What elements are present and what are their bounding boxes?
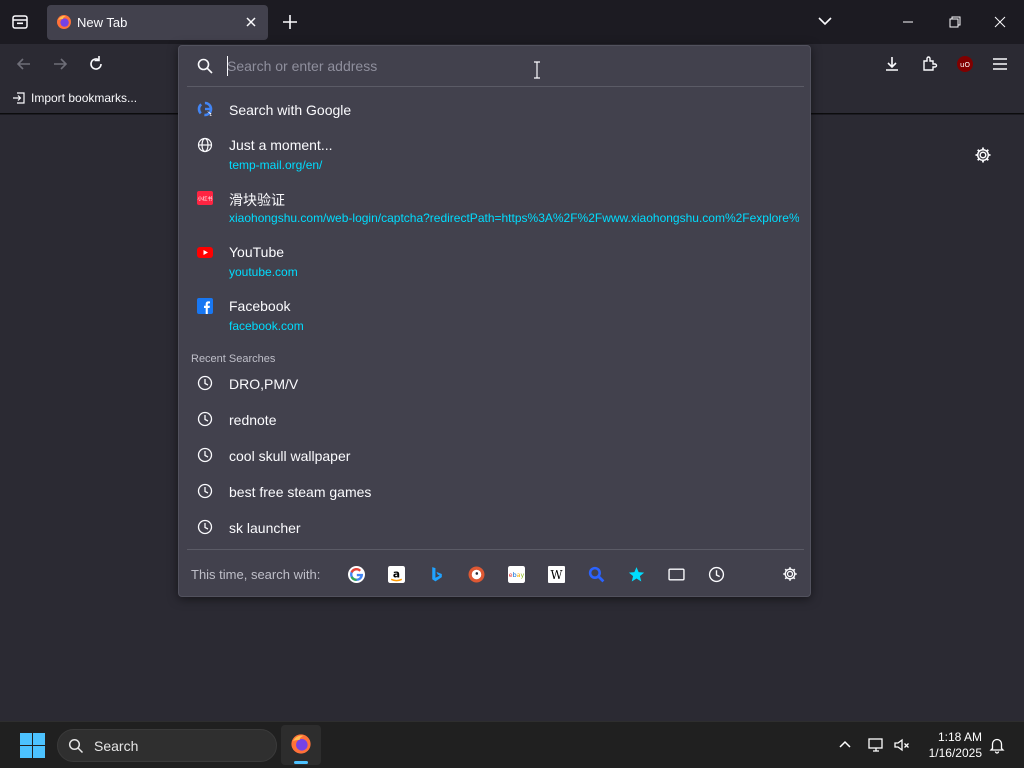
result-title: Just a moment...: [229, 137, 333, 153]
search-icon: [68, 738, 84, 754]
recent-search-label: rednote: [229, 412, 277, 428]
settings-gear-icon[interactable]: [973, 145, 993, 165]
youtube-icon: [197, 247, 213, 258]
result-title: YouTube: [229, 244, 285, 260]
history-clock-icon: [197, 447, 213, 463]
result-url: youtube.com: [229, 265, 298, 279]
taskbar-search-label: Search: [94, 738, 139, 754]
bing-icon[interactable]: [427, 565, 445, 583]
history-clock-icon: [197, 483, 213, 499]
svg-text:uO: uO: [960, 61, 970, 69]
window-close-icon[interactable]: [989, 12, 1011, 32]
recent-search-row[interactable]: rednote: [187, 408, 804, 432]
recent-search-row[interactable]: DRO,PM/V: [187, 372, 804, 396]
svg-text:a: a: [392, 567, 399, 580]
downloads-icon[interactable]: [882, 54, 902, 74]
urlbar-input-row: [179, 46, 810, 86]
back-arrow-icon[interactable]: [14, 54, 34, 74]
import-bookmarks-label: Import bookmarks...: [31, 91, 138, 105]
tab-strip: New Tab: [0, 0, 1024, 44]
recent-search-label: best free steam games: [229, 484, 372, 500]
urlbar-popup: Search with Google Just a moment... temp…: [178, 45, 811, 597]
svg-text:ebay: ebay: [508, 571, 524, 579]
chevron-up-icon[interactable]: [836, 736, 854, 754]
plus-icon[interactable]: [278, 10, 302, 34]
import-icon: [13, 92, 25, 104]
firefox-view-icon[interactable]: [6, 8, 34, 36]
active-app-indicator: [294, 761, 308, 764]
result-row[interactable]: 小红书 滑块验证 xiaohongshu.com/web-login/captc…: [187, 187, 804, 229]
tab-title: New Tab: [77, 15, 128, 30]
google-icon[interactable]: [347, 565, 365, 583]
wikipedia-icon[interactable]: W: [547, 565, 565, 583]
history-clock-icon: [197, 411, 213, 427]
result-row[interactable]: Facebook facebook.com: [187, 295, 804, 337]
recent-search-label: cool skull wallpaper: [229, 448, 351, 464]
chevron-down-icon[interactable]: [815, 11, 835, 31]
windows-start-icon[interactable]: [20, 733, 45, 758]
taskbar-search-box[interactable]: Search: [57, 729, 277, 762]
history-clock-icon[interactable]: [707, 565, 725, 583]
result-url: xiaohongshu.com/web-login/captcha?redire…: [229, 211, 799, 225]
windows-taskbar: Search 1:18 AM 1/16/2025: [0, 721, 1024, 768]
svg-text:小红书: 小红书: [197, 196, 212, 203]
divider: [187, 86, 804, 87]
hamburger-menu-icon[interactable]: [990, 54, 1010, 74]
amazon-icon[interactable]: a: [387, 565, 405, 583]
divider: [187, 549, 804, 550]
address-bar-input[interactable]: [227, 54, 767, 78]
speaker-muted-icon[interactable]: [893, 736, 911, 754]
taskbar-firefox-button[interactable]: [281, 725, 321, 765]
text-caret: [227, 56, 228, 76]
tab-new-tab[interactable]: New Tab: [47, 5, 268, 40]
search-settings-gear-icon[interactable]: [781, 565, 799, 583]
svg-text:W: W: [550, 567, 562, 581]
import-bookmarks-button[interactable]: Import bookmarks...: [12, 91, 137, 105]
forward-arrow-icon[interactable]: [50, 54, 70, 74]
google-icon: [197, 101, 213, 117]
recent-searches-heading: Recent Searches: [191, 353, 276, 365]
recent-search-row[interactable]: sk launcher: [187, 516, 804, 540]
recent-search-label: DRO,PM/V: [229, 376, 299, 392]
search-with-google-label: Search with Google: [229, 102, 352, 118]
ebay-icon[interactable]: ebay: [507, 565, 525, 583]
search-with-google-row[interactable]: Search with Google: [187, 98, 804, 122]
result-title: Facebook: [229, 298, 291, 314]
result-row[interactable]: YouTube youtube.com: [187, 241, 804, 283]
firefox-logo-icon: [291, 734, 311, 754]
minimize-icon[interactable]: [897, 12, 919, 32]
facebook-icon: [197, 298, 213, 314]
clock-time[interactable]: 1:18 AM: [936, 730, 982, 744]
globe-icon: [197, 137, 213, 153]
ublock-origin-icon[interactable]: uO: [955, 54, 975, 74]
result-row[interactable]: Just a moment... temp-mail.org/en/: [187, 134, 804, 176]
history-clock-icon: [197, 519, 213, 535]
notification-bell-icon[interactable]: [988, 736, 1006, 754]
restore-icon[interactable]: [943, 12, 965, 32]
search-engine-icon[interactable]: [587, 565, 605, 583]
reload-icon[interactable]: [86, 54, 106, 74]
result-url: facebook.com: [229, 319, 304, 333]
tabs-icon[interactable]: [667, 565, 685, 583]
search-shortcuts-label: This time, search with:: [191, 567, 321, 582]
recent-search-row[interactable]: cool skull wallpaper: [187, 444, 804, 468]
recent-search-label: sk launcher: [229, 520, 301, 536]
close-icon[interactable]: [244, 15, 258, 29]
duckduckgo-icon[interactable]: [467, 565, 485, 583]
clock-date[interactable]: 1/16/2025: [920, 746, 982, 760]
result-title: 滑块验证: [229, 192, 285, 208]
bookmarks-star-icon[interactable]: [627, 565, 645, 583]
search-icon: [197, 58, 213, 74]
ibeam-cursor-icon: [534, 61, 540, 79]
recent-search-row[interactable]: best free steam games: [187, 480, 804, 504]
result-url: temp-mail.org/en/: [229, 158, 323, 172]
network-monitor-icon[interactable]: [867, 736, 885, 754]
xiaohongshu-icon: 小红书: [197, 191, 213, 205]
history-clock-icon: [197, 375, 213, 391]
firefox-logo-icon: [57, 15, 71, 29]
extensions-icon[interactable]: [919, 54, 939, 74]
